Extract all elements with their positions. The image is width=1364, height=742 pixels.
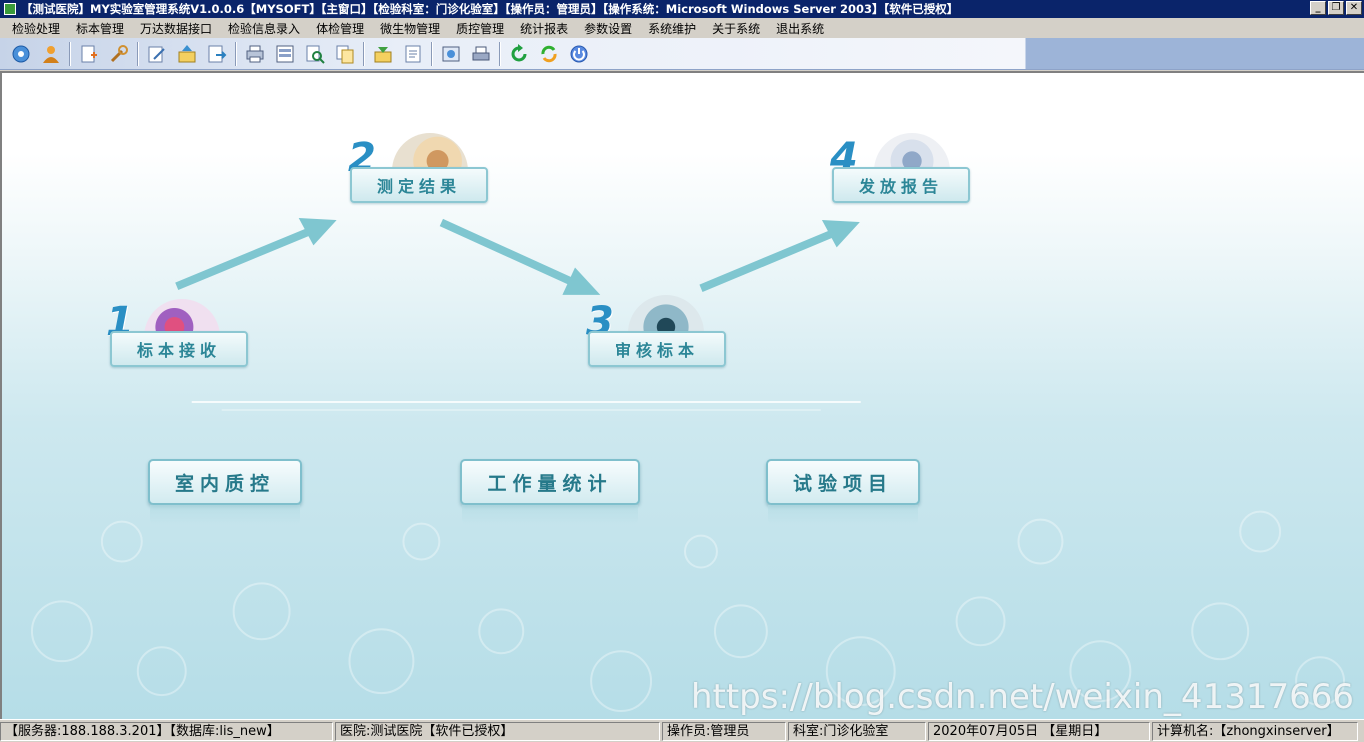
power-icon[interactable] xyxy=(566,41,592,67)
step-review-specimen[interactable]: 3 审核标本 xyxy=(584,295,734,369)
menu-item-inspection[interactable]: 检验处理 xyxy=(4,20,68,37)
menu-item-maintenance[interactable]: 系统维护 xyxy=(640,20,704,37)
printer-icon[interactable] xyxy=(468,41,494,67)
test-items-button[interactable]: 试验项目 xyxy=(766,459,920,505)
specimen-receive-button[interactable]: 标本接收 xyxy=(110,331,248,367)
toolbar-separator xyxy=(137,41,139,66)
issue-report-button[interactable]: 发放报告 xyxy=(832,167,970,203)
sync-icon[interactable] xyxy=(536,41,562,67)
test-items-reflection xyxy=(768,505,918,525)
menu-item-reports[interactable]: 统计报表 xyxy=(512,20,576,37)
upload-icon[interactable] xyxy=(174,41,200,67)
menu-item-microbiology[interactable]: 微生物管理 xyxy=(372,20,448,37)
workload-stats-button[interactable]: 工作量统计 xyxy=(460,459,640,505)
window-controls: _ ❐ ✕ xyxy=(1310,1,1362,15)
toolbar-separator xyxy=(235,41,237,66)
menu-item-parameters[interactable]: 参数设置 xyxy=(576,20,640,37)
status-computer: 计算机名:【zhongxinserver】 xyxy=(1152,721,1358,741)
menu-item-wanda-interface[interactable]: 万达数据接口 xyxy=(132,20,220,37)
workload-stats-reflection xyxy=(462,505,638,525)
status-date: 2020年07月05日 【星期日】 xyxy=(928,721,1150,741)
menu-item-specimen[interactable]: 标本管理 xyxy=(68,20,132,37)
import-icon[interactable] xyxy=(370,41,396,67)
status-hospital: 医院:测试医院【软件已授权】 xyxy=(335,721,660,741)
background-decoration xyxy=(30,218,1346,713)
copy-icon[interactable] xyxy=(332,41,358,67)
refresh-icon[interactable] xyxy=(506,41,532,67)
user-icon[interactable] xyxy=(38,41,64,67)
minimize-button[interactable]: _ xyxy=(1310,1,1326,15)
restore-button[interactable]: ❐ xyxy=(1328,1,1344,15)
window-title: 【测试医院】MY实验室管理系统V1.0.0.6【MYSOFT】【主窗口】【检验科… xyxy=(21,2,959,16)
toolbar xyxy=(0,38,1364,70)
indoor-qc-button[interactable]: 室内质控 xyxy=(148,459,302,505)
status-department: 科室:门诊化验室 xyxy=(788,721,926,741)
close-button[interactable]: ✕ xyxy=(1346,1,1362,15)
app-icon xyxy=(4,3,16,15)
search-document-icon[interactable] xyxy=(302,41,328,67)
toolbar-separator xyxy=(431,41,433,66)
print-preview-icon[interactable] xyxy=(272,41,298,67)
indoor-qc-reflection xyxy=(150,505,300,525)
report-icon[interactable] xyxy=(400,41,426,67)
title-bar: 【测试医院】MY实验室管理系统V1.0.0.6【MYSOFT】【主窗口】【检验科… xyxy=(0,0,1364,18)
menu-item-about[interactable]: 关于系统 xyxy=(704,20,768,37)
menu-item-info-entry[interactable]: 检验信息录入 xyxy=(220,20,308,37)
menu-item-quality-control[interactable]: 质控管理 xyxy=(448,20,512,37)
step-measure-result[interactable]: 2 测定结果 xyxy=(346,133,496,205)
toolbar-separator xyxy=(499,41,501,66)
add-document-icon[interactable] xyxy=(76,41,102,67)
settings-gear-icon[interactable] xyxy=(8,41,34,67)
status-server: 【服务器:188.188.3.201】【数据库:lis_new】 xyxy=(0,721,333,741)
step-specimen-receive[interactable]: 1 标本接收 xyxy=(106,299,256,369)
step-issue-report[interactable]: 4 发放报告 xyxy=(828,133,978,205)
toolbar-separator xyxy=(69,41,71,66)
edit-icon[interactable] xyxy=(144,41,170,67)
watermark-text: https://blog.csdn.net/weixin_41317666 xyxy=(690,677,1354,717)
review-image-icon xyxy=(628,295,704,335)
view-icon[interactable] xyxy=(438,41,464,67)
menu-item-exit[interactable]: 退出系统 xyxy=(768,20,832,37)
menu-bar: 检验处理 标本管理 万达数据接口 检验信息录入 体检管理 微生物管理 质控管理 … xyxy=(0,18,1364,38)
measure-result-button[interactable]: 测定结果 xyxy=(350,167,488,203)
tools-icon[interactable] xyxy=(106,41,132,67)
status-operator: 操作员:管理员 xyxy=(662,721,786,741)
main-canvas: 1 标本接收 2 测定结果 3 审核标本 4 发放报告 室内质控 工作量统计 试… xyxy=(0,71,1364,719)
toolbar-separator xyxy=(363,41,365,66)
status-bar: 【服务器:188.188.3.201】【数据库:lis_new】 医院:测试医院… xyxy=(0,719,1364,742)
menu-item-physical-exam[interactable]: 体检管理 xyxy=(308,20,372,37)
review-specimen-button[interactable]: 审核标本 xyxy=(588,331,726,367)
print-icon[interactable] xyxy=(242,41,268,67)
export-icon[interactable] xyxy=(204,41,230,67)
